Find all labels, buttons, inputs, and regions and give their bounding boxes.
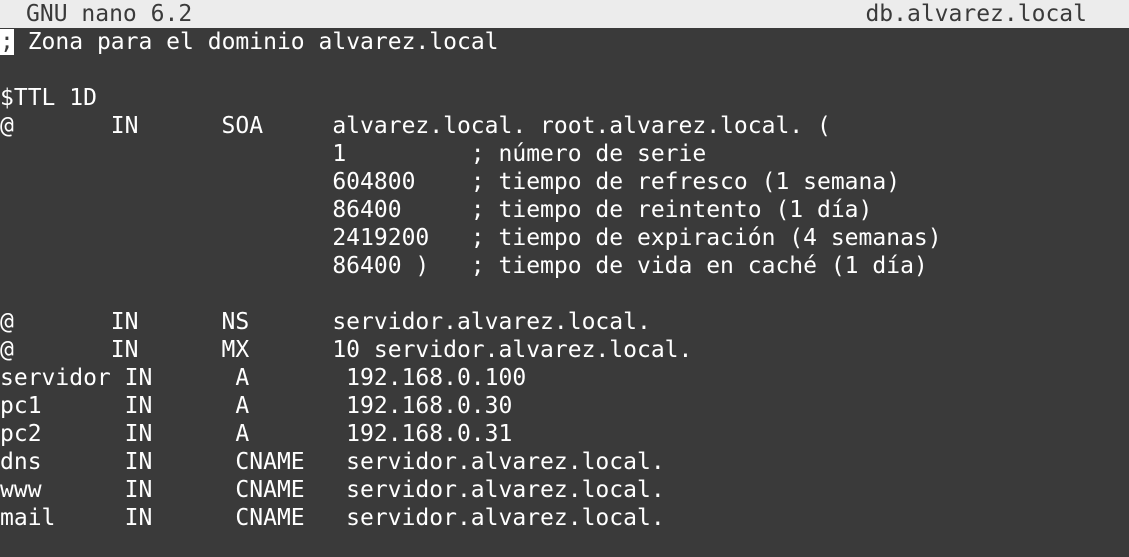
editor-line[interactable]: mail IN CNAME servidor.alvarez.local.: [0, 504, 665, 532]
text-cursor: ;: [0, 29, 14, 55]
line-text: 86400 ; tiempo de reintento (1 día): [0, 197, 873, 223]
line-text: $TTL 1D: [0, 85, 97, 111]
line-text: mail IN CNAME servidor.alvarez.local.: [0, 505, 665, 531]
editor-text-area[interactable]: ; Zona para el dominio alvarez.local $TT…: [0, 28, 1129, 557]
editor-version: GNU nano 6.2: [26, 1, 193, 27]
editor-line[interactable]: 2419200 ; tiempo de expiración (4 semana…: [0, 224, 942, 252]
line-text: servidor IN A 192.168.0.100: [0, 365, 527, 391]
editor-line[interactable]: servidor IN A 192.168.0.100: [0, 364, 526, 392]
line-text: @ IN MX 10 servidor.alvarez.local.: [0, 337, 693, 363]
editor-line[interactable]: @ IN NS servidor.alvarez.local.: [0, 308, 651, 336]
file-name: db.alvarez.local: [865, 1, 1087, 27]
editor-line[interactable]: $TTL 1D: [0, 84, 97, 112]
editor-line[interactable]: ; Zona para el dominio alvarez.local: [0, 28, 499, 56]
nano-title-bar: GNU nano 6.2 db.alvarez.local: [0, 0, 1129, 28]
editor-line[interactable]: @ IN SOA alvarez.local. root.alvarez.loc…: [0, 112, 831, 140]
editor-line[interactable]: 1 ; número de serie: [0, 140, 706, 168]
line-text: Zona para el dominio alvarez.local: [13, 29, 499, 55]
editor-line[interactable]: 86400 ; tiempo de reintento (1 día): [0, 196, 872, 224]
line-text: pc1 IN A 192.168.0.30: [0, 393, 513, 419]
editor-line[interactable]: pc2 IN A 192.168.0.31: [0, 420, 512, 448]
editor-line[interactable]: pc1 IN A 192.168.0.30: [0, 392, 512, 420]
editor-line[interactable]: dns IN CNAME servidor.alvarez.local.: [0, 448, 665, 476]
line-text: dns IN CNAME servidor.alvarez.local.: [0, 449, 665, 475]
line-text: @ IN SOA alvarez.local. root.alvarez.loc…: [0, 113, 831, 139]
line-text: www IN CNAME servidor.alvarez.local.: [0, 477, 665, 503]
line-text: 2419200 ; tiempo de expiración (4 semana…: [0, 225, 942, 251]
line-text: 604800 ; tiempo de refresco (1 semana): [0, 169, 901, 195]
line-text: 1 ; número de serie: [0, 141, 707, 167]
editor-line[interactable]: www IN CNAME servidor.alvarez.local.: [0, 476, 665, 504]
line-text: @ IN NS servidor.alvarez.local.: [0, 309, 651, 335]
line-text: 86400 ) ; tiempo de vida en caché (1 día…: [0, 253, 928, 279]
editor-line[interactable]: 604800 ; tiempo de refresco (1 semana): [0, 168, 900, 196]
line-text: pc2 IN A 192.168.0.31: [0, 421, 513, 447]
editor-line[interactable]: 86400 ) ; tiempo de vida en caché (1 día…: [0, 252, 928, 280]
editor-line[interactable]: @ IN MX 10 servidor.alvarez.local.: [0, 336, 692, 364]
